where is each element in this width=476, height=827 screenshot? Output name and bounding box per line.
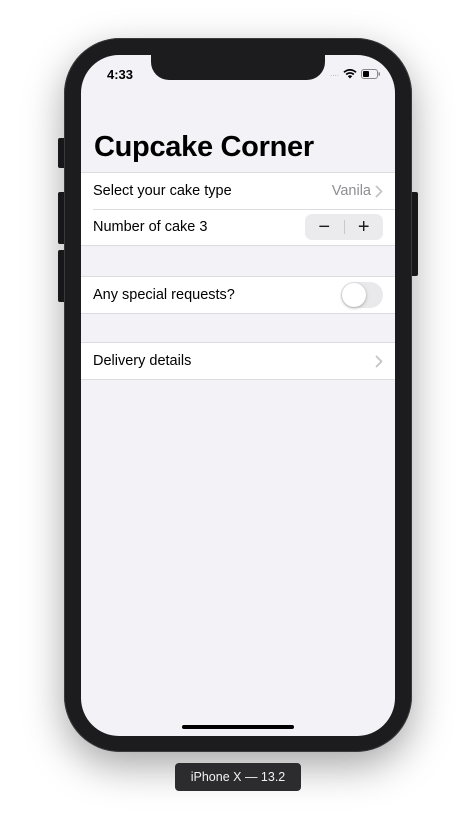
delivery-details-row[interactable]: Delivery details (81, 343, 395, 379)
cake-quantity-label: Number of cake 3 (93, 219, 208, 235)
page-title: Cupcake Corner (94, 131, 314, 163)
cellular-signal-icon: .... (330, 69, 339, 78)
device-label: iPhone X — 13.2 (175, 763, 301, 791)
requests-section: Any special requests? (81, 276, 395, 314)
home-indicator[interactable] (182, 725, 294, 729)
status-time: 4:33 (107, 67, 134, 82)
special-requests-label: Any special requests? (93, 287, 235, 303)
toggle-knob (342, 283, 366, 307)
delivery-section: Delivery details (81, 342, 395, 380)
device-screen: 4:33 .... Cupcake Corner Select your cak… (81, 55, 395, 736)
status-icons: .... (330, 68, 381, 79)
cake-section: Select your cake type Vanila Number of c… (81, 172, 395, 246)
delivery-details-label: Delivery details (93, 353, 192, 369)
cake-type-value: Vanila (331, 183, 371, 199)
special-requests-row: Any special requests? (81, 277, 395, 313)
notch (151, 55, 325, 80)
special-requests-toggle[interactable] (341, 282, 383, 308)
decrement-button[interactable]: − (305, 214, 344, 240)
wifi-icon (343, 68, 357, 79)
cake-quantity-row: Number of cake 3 − + (81, 209, 395, 245)
cake-type-row[interactable]: Select your cake type Vanila (81, 173, 395, 209)
simulator-stage: 4:33 .... Cupcake Corner Select your cak… (0, 0, 476, 827)
chevron-right-icon (375, 185, 383, 198)
chevron-right-icon (375, 355, 383, 368)
battery-icon (361, 68, 380, 79)
cake-type-label: Select your cake type (93, 183, 232, 199)
increment-button[interactable]: + (345, 214, 384, 240)
quantity-stepper: − + (305, 214, 383, 240)
